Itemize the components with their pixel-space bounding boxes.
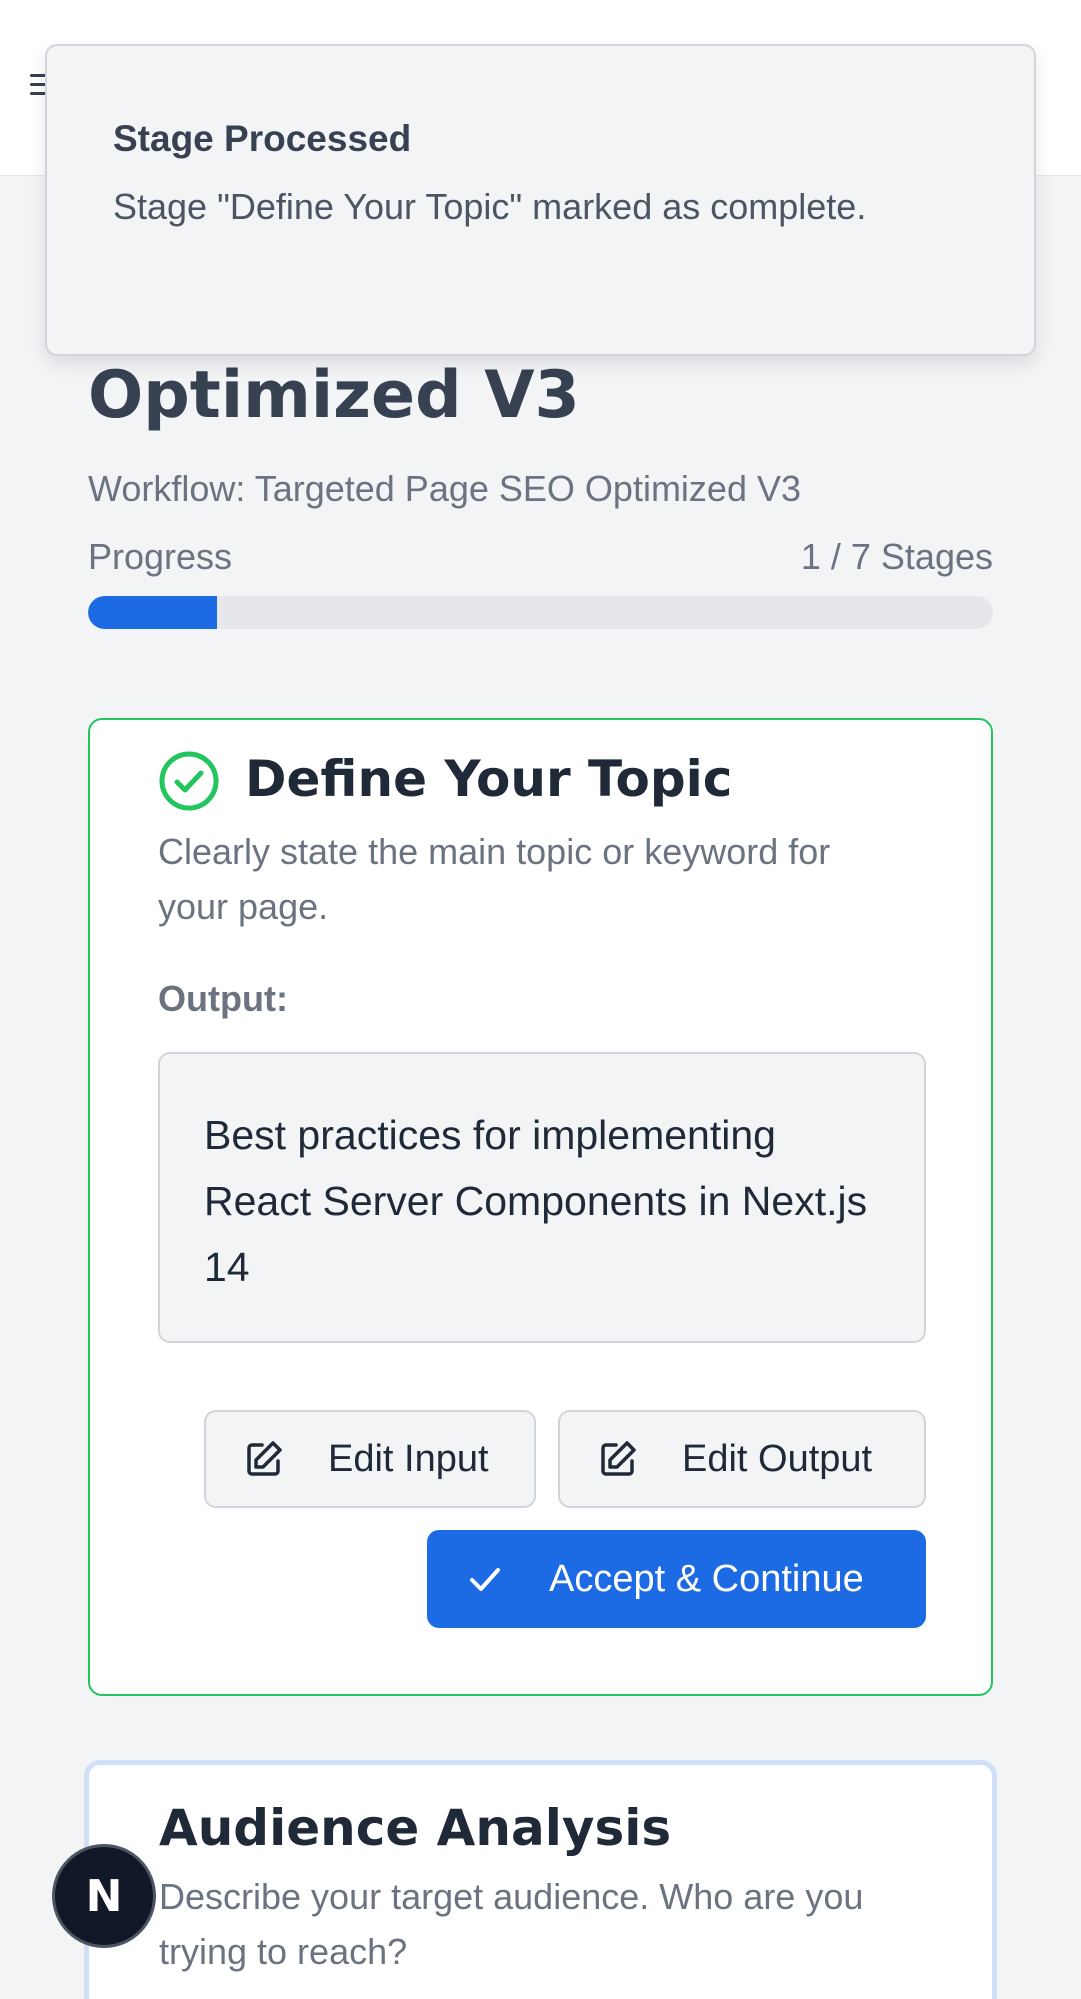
progress-count: 1 / 7 Stages <box>800 536 993 577</box>
toast-notification: Stage Processed Stage "Define Your Topic… <box>45 44 1036 356</box>
progress-row: Progress 1 / 7 Stages <box>88 536 993 578</box>
edit-icon <box>601 1441 636 1476</box>
page-title: Optimized V3 <box>88 358 580 433</box>
stage-card-audience-analysis: Audience Analysis Describe your target a… <box>84 1760 997 1999</box>
accept-continue-button[interactable]: Accept & Continue <box>427 1530 926 1628</box>
toast-message: Stage "Define Your Topic" marked as comp… <box>113 186 867 227</box>
progress-label: Progress <box>88 536 233 577</box>
nextjs-dev-badge[interactable]: N <box>52 1844 156 1948</box>
edit-output-label: Edit Output <box>682 1437 873 1480</box>
next-stage-description: Describe your target audience. Who are y… <box>159 1876 864 1972</box>
badge-letter: N <box>85 1870 123 1922</box>
output-label: Output: <box>158 978 288 1019</box>
edit-icon <box>247 1441 282 1476</box>
edit-input-button[interactable]: Edit Input <box>204 1410 536 1508</box>
edit-output-button[interactable]: Edit Output <box>558 1410 926 1508</box>
accept-continue-label: Accept & Continue <box>549 1557 864 1600</box>
next-stage-title: Audience Analysis <box>159 1799 672 1857</box>
stage-description: Clearly state the main topic or keyword … <box>158 831 831 927</box>
checkmark-icon <box>470 1568 500 1591</box>
stage-title: Define Your Topic <box>245 750 733 808</box>
stage-output: Best practices for implementing React Se… <box>158 1052 926 1343</box>
progress-bar-fill <box>88 596 218 629</box>
check-circle-icon <box>159 751 219 811</box>
workflow-label: Workflow: Targeted Page SEO Optimized V3 <box>88 468 802 509</box>
stage-card-define-topic: Define Your Topic Clearly state the main… <box>88 718 993 1696</box>
toast-title: Stage Processed <box>113 118 412 159</box>
edit-input-label: Edit Input <box>328 1437 489 1480</box>
progress-bar <box>88 596 993 629</box>
